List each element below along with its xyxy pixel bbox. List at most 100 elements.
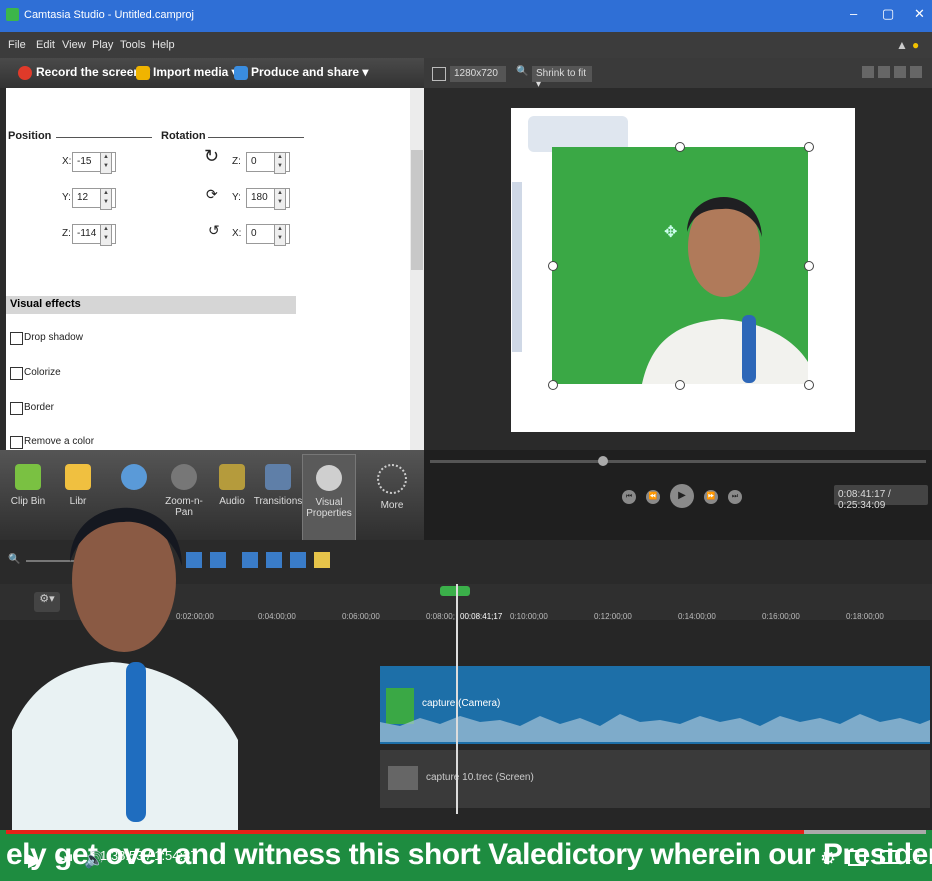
remove-color-label: Remove a color [24, 436, 95, 447]
more-icon [377, 464, 407, 494]
tab-visual-properties[interactable]: Visual Properties [302, 454, 356, 552]
settings-gear-icon[interactable]: ⚙ [820, 848, 836, 869]
produce-icon [234, 66, 248, 80]
next-clip-icon[interactable]: ⏭ [728, 490, 742, 504]
timecode-display: 0:08:41:17 / 0:25:34:09 [834, 485, 928, 511]
folder-icon [136, 66, 150, 80]
tab-more[interactable]: More [366, 464, 418, 511]
cut-icon[interactable] [242, 552, 258, 568]
position-x-spinner[interactable]: ▲ ▼ [100, 152, 112, 174]
tab-more-label: More [380, 500, 404, 511]
remove-color-checkbox[interactable] [10, 436, 23, 449]
fullscreen-icon[interactable] [910, 66, 922, 78]
resize-handle-bottom[interactable] [675, 380, 685, 390]
resize-handle-right[interactable] [804, 261, 814, 271]
menu-help[interactable]: Help [152, 39, 175, 51]
tab-transitions[interactable]: Transitions [252, 464, 304, 507]
transitions-icon [265, 464, 291, 490]
record-screen-button[interactable]: Record the screen ▾ [36, 65, 150, 79]
rotation-x-label: X: [232, 228, 242, 239]
side-toolbar-thumbnail [512, 182, 522, 352]
preview-toolbar: 1280x720 🔍 Shrink to fit ▾ [424, 58, 932, 90]
rotation-heading: Rotation [161, 130, 206, 142]
tab-visual-properties-label: Visual Properties [306, 497, 352, 519]
split-icon[interactable] [314, 552, 330, 568]
visual-properties-panel: Position Rotation X: -15 ▲ ▼ Y: 12 ▲ ▼ Z: … [6, 88, 410, 450]
tab-transitions-label: Transitions [253, 496, 303, 507]
theater-mode-icon[interactable] [880, 850, 900, 864]
next-video-icon[interactable]: ⏭ [58, 850, 72, 868]
rotation-y-label: Y: [232, 192, 241, 203]
menu-tools[interactable]: Tools [120, 39, 146, 51]
position-y-spinner[interactable]: ▲ ▼ [100, 188, 112, 210]
menu-view[interactable]: View [62, 39, 86, 51]
move-handle-icon[interactable]: ✥ [664, 222, 677, 242]
play-icon[interactable]: ▶ [670, 484, 694, 508]
video-progress-played[interactable] [6, 830, 804, 834]
paste-icon[interactable] [290, 552, 306, 568]
menu-edit[interactable]: Edit [36, 39, 55, 51]
rotate-x-icon: ↺ [208, 222, 220, 238]
import-media-button[interactable]: Import media ▾ [153, 65, 238, 79]
copy-icon[interactable] [266, 552, 282, 568]
rotation-z-label: Z: [232, 156, 241, 167]
pan-icon[interactable] [894, 66, 906, 78]
bell-icon[interactable]: ▲ [896, 38, 908, 52]
miniplayer-icon[interactable] [848, 850, 866, 866]
drop-shadow-checkbox[interactable] [10, 332, 23, 345]
position-y-label: Y: [62, 192, 71, 203]
resize-handle-bottom-left[interactable] [548, 380, 558, 390]
position-x-label: X: [62, 156, 72, 167]
zoom-search-icon: 🔍 [516, 66, 529, 77]
resize-handle-top[interactable] [675, 142, 685, 152]
rotate-z-icon: ↻ [204, 146, 220, 166]
position-heading: Position [8, 130, 52, 142]
resize-handle-left[interactable] [548, 261, 558, 271]
zoom-dropdown[interactable]: Shrink to fit ▾ [532, 66, 592, 90]
seek-track[interactable] [430, 460, 926, 463]
colorize-label: Colorize [24, 367, 61, 378]
menu-play[interactable]: Play [92, 39, 113, 51]
canvas-dimensions-dropdown[interactable]: 1280x720 [450, 66, 506, 82]
playhead-line[interactable] [456, 584, 458, 814]
rotation-y-spinner[interactable]: ▲ ▼ [274, 188, 286, 210]
video-time: 1:38:53 / 1:54:37 [100, 848, 198, 863]
restore-icon[interactable]: ▢ [882, 6, 894, 22]
position-divider [56, 137, 152, 138]
rotation-z-spinner[interactable]: ▲ ▼ [274, 152, 286, 174]
screen-clip-thumbnail [388, 766, 418, 790]
menu-bar: File Edit View Play Tools Help ▲ ● [0, 32, 932, 58]
presenter-figure [12, 507, 238, 830]
video-progress-remaining[interactable] [804, 830, 926, 834]
lightbulb-icon[interactable]: ● [912, 38, 919, 52]
visual-effects-heading: Visual effects [6, 296, 296, 314]
produce-share-button[interactable]: Produce and share ▾ [251, 65, 368, 79]
detach-preview-icon[interactable] [862, 66, 874, 78]
step-forward-icon[interactable]: ⏩ [704, 490, 718, 504]
play-icon[interactable]: ▶ [28, 850, 42, 871]
close-icon[interactable]: ✕ [914, 6, 925, 22]
rotate-y-icon: ⟳ [206, 186, 218, 202]
drop-shadow-label: Drop shadow [24, 332, 83, 343]
fullscreen-icon[interactable]: ⛶ [908, 848, 919, 866]
seek-thumb[interactable] [598, 456, 608, 466]
crop-icon[interactable] [878, 66, 890, 78]
rotation-x-spinner[interactable]: ▲ ▼ [274, 224, 286, 246]
green-screen-video[interactable] [552, 147, 808, 384]
step-back-icon[interactable]: ⏪ [646, 490, 660, 504]
screen-clip[interactable]: capture 10.trec (Screen) [380, 750, 930, 808]
presenter-overlay [12, 480, 238, 830]
position-z-spinner[interactable]: ▲ ▼ [100, 224, 112, 246]
resize-handle-bottom-right[interactable] [804, 380, 814, 390]
window-title: Camtasia Studio - Untitled.camproj [24, 9, 194, 21]
audio-waveform [380, 714, 930, 742]
camera-clip[interactable]: capture (Camera) [380, 666, 930, 744]
minimize-icon[interactable]: – [850, 6, 857, 21]
playhead-marker[interactable] [440, 586, 470, 596]
previous-clip-icon[interactable]: ⏮ [622, 490, 636, 504]
properties-scroll-thumb[interactable] [411, 150, 423, 270]
resize-handle-top-right[interactable] [804, 142, 814, 152]
menu-file[interactable]: File [8, 39, 26, 51]
border-checkbox[interactable] [10, 402, 23, 415]
colorize-checkbox[interactable] [10, 367, 23, 380]
